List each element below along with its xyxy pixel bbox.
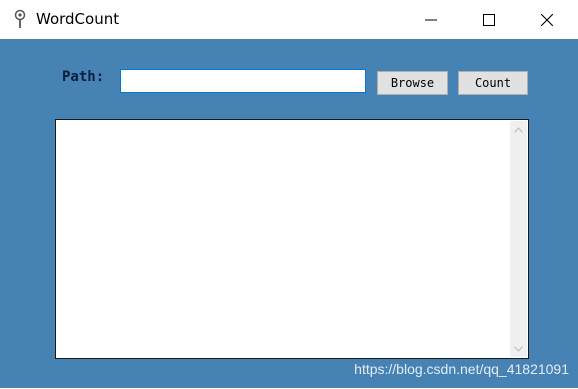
close-button[interactable]	[518, 0, 576, 39]
pin-icon	[14, 9, 26, 28]
browse-button[interactable]: Browse	[377, 71, 448, 95]
minimize-icon	[425, 19, 437, 20]
maximize-button[interactable]	[460, 0, 518, 39]
scroll-down-arrow[interactable]	[510, 340, 527, 357]
app-window: WordCount Path: Browse Count https://blo…	[0, 0, 578, 389]
watermark-text: https://blog.csdn.net/qq_41821091	[354, 361, 569, 377]
minimize-button[interactable]	[402, 0, 460, 39]
close-icon	[541, 13, 553, 26]
output-text	[58, 122, 508, 356]
chevron-up-icon	[514, 126, 523, 133]
client-area: Path: Browse Count https://blog.csdn.net…	[0, 39, 578, 388]
output-textarea[interactable]	[55, 119, 529, 359]
count-button[interactable]: Count	[458, 71, 528, 95]
scroll-up-arrow[interactable]	[510, 121, 527, 138]
vertical-scrollbar[interactable]	[510, 121, 527, 357]
path-input[interactable]	[120, 69, 366, 93]
chevron-down-icon	[514, 345, 523, 352]
window-title: WordCount	[36, 10, 120, 28]
path-label: Path:	[62, 69, 105, 85]
maximize-icon	[483, 13, 495, 26]
title-bar[interactable]: WordCount	[0, 0, 578, 39]
